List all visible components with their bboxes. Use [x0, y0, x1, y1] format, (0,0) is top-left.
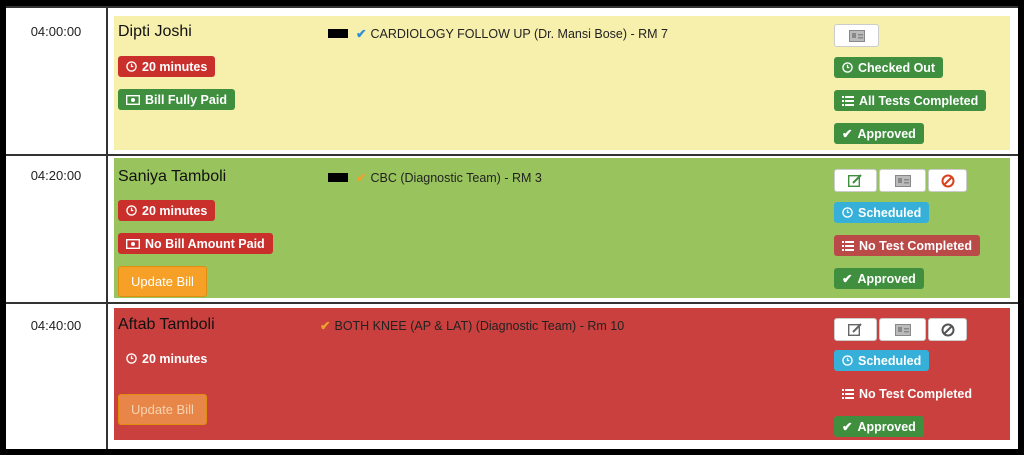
- patient-name[interactable]: Aftab Tamboli: [118, 316, 215, 334]
- check-icon: ✔: [356, 27, 367, 41]
- edit-button[interactable]: [834, 169, 877, 192]
- color-swatch: [328, 29, 348, 38]
- status-badge: Checked Out: [834, 57, 944, 78]
- edit-icon: [848, 174, 863, 187]
- ban-icon: [941, 174, 955, 188]
- id-card-button[interactable]: [879, 318, 926, 341]
- appointment-card[interactable]: Dipti Joshi ✔ CARDIOLOGY FOLLOW UP (Dr. …: [114, 16, 1010, 150]
- appointment-time: 04:00:00: [30, 24, 82, 39]
- time-column-divider: [106, 6, 108, 449]
- clock-icon: [842, 62, 853, 73]
- cancel-appointment-button[interactable]: [928, 318, 967, 341]
- tests-badge: No Test Completed: [834, 235, 980, 256]
- list-icon: [842, 95, 854, 106]
- approval-badge: ✔ Approved: [834, 123, 924, 144]
- id-card-icon: [894, 174, 911, 187]
- tests-badge: All Tests Completed: [834, 90, 987, 111]
- check-icon: ✔: [320, 319, 331, 333]
- tests-badge: No Test Completed: [834, 383, 980, 404]
- clock-icon: [126, 61, 137, 72]
- cancel-appointment-button[interactable]: [928, 169, 967, 192]
- patient-name[interactable]: Saniya Tamboli: [118, 168, 226, 186]
- appointment-time: 04:20:00: [30, 168, 82, 183]
- appointment-schedule: 04:00:00 Dipti Joshi ✔ CARDIOLOGY FOLLOW…: [6, 6, 1018, 449]
- service-description: ✔ CBC (Diagnostic Team) - RM 3: [328, 170, 542, 185]
- list-icon: [842, 388, 854, 399]
- color-swatch: [328, 173, 348, 182]
- appointment-row: 04:40:00 Aftab Tamboli ✔ BOTH KNEE (AP &…: [6, 302, 1018, 449]
- clock-icon: [126, 205, 137, 216]
- edit-icon: [848, 323, 863, 336]
- service-description: ✔ CARDIOLOGY FOLLOW UP (Dr. Mansi Bose) …: [328, 26, 668, 41]
- update-bill-button[interactable]: Update Bill: [118, 394, 207, 425]
- service-description: ✔ BOTH KNEE (AP & LAT) (Diagnostic Team)…: [320, 318, 625, 334]
- edit-button[interactable]: [834, 318, 877, 341]
- id-card-icon: [894, 323, 911, 336]
- ban-icon: [941, 323, 955, 337]
- appointment-row: 04:00:00 Dipti Joshi ✔ CARDIOLOGY FOLLOW…: [6, 8, 1018, 156]
- list-icon: [842, 240, 854, 251]
- bill-status-badge: No Bill Amount Paid: [118, 233, 273, 254]
- clock-icon: [842, 355, 853, 366]
- duration-badge: 20 minutes: [118, 200, 216, 221]
- check-icon: ✔: [356, 171, 367, 185]
- appointment-card[interactable]: Saniya Tamboli ✔ CBC (Diagnostic Team) -…: [114, 158, 1010, 298]
- approval-badge: ✔ Approved: [834, 416, 924, 437]
- update-bill-button[interactable]: Update Bill: [118, 266, 207, 297]
- clock-icon: [126, 353, 137, 364]
- status-badge: Scheduled: [834, 350, 930, 371]
- check-icon: ✔: [842, 272, 853, 286]
- status-badge: Scheduled: [834, 202, 930, 223]
- money-icon: [126, 238, 140, 249]
- check-icon: ✔: [842, 127, 853, 141]
- id-card-button[interactable]: [879, 169, 926, 192]
- approval-badge: ✔ Approved: [834, 268, 924, 289]
- patient-name[interactable]: Dipti Joshi: [118, 23, 192, 41]
- id-card-icon: [848, 29, 865, 42]
- clock-icon: [842, 207, 853, 218]
- appointment-time: 04:40:00: [30, 318, 82, 333]
- money-icon: [126, 94, 140, 105]
- top-divider: [6, 6, 1018, 8]
- duration-badge: 20 minutes: [118, 56, 216, 77]
- id-card-button[interactable]: [834, 24, 879, 47]
- appointment-row: 04:20:00 Saniya Tamboli ✔ CBC (Diagnosti…: [6, 154, 1018, 304]
- check-icon: ✔: [842, 420, 853, 434]
- duration-badge: 20 minutes: [118, 348, 215, 369]
- bill-status-badge: Bill Fully Paid: [118, 89, 235, 110]
- appointment-card[interactable]: Aftab Tamboli ✔ BOTH KNEE (AP & LAT) (Di…: [114, 308, 1010, 440]
